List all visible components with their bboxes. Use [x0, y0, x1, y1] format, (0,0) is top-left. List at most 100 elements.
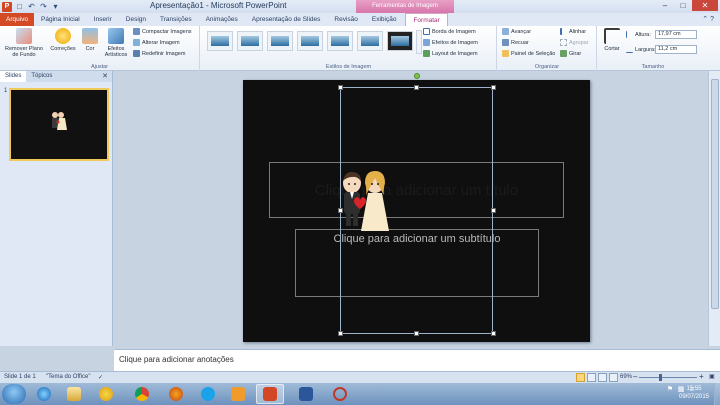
style-thumb[interactable] [267, 31, 293, 51]
style-thumb[interactable] [327, 31, 353, 51]
compress-icon [133, 28, 140, 35]
resize-handle[interactable] [414, 85, 419, 90]
picture-layout-button[interactable]: Layout de Imagem [423, 50, 478, 57]
wedding-couple-image[interactable] [337, 169, 393, 235]
slide-thumbnail[interactable] [9, 88, 109, 161]
tab-file[interactable]: Arquivo [0, 13, 35, 26]
show-desktop-button[interactable] [714, 383, 720, 405]
resize-handle[interactable] [414, 331, 419, 336]
style-thumb[interactable] [207, 31, 233, 51]
start-button[interactable] [2, 384, 26, 404]
tab-slideshow[interactable]: Apresentação de Slides [245, 13, 328, 26]
taskbar-skype[interactable] [194, 384, 222, 404]
notes-pane[interactable]: Clique para adicionar anotações [114, 349, 720, 371]
customize-qat-icon[interactable]: ▾ [51, 2, 60, 11]
styles-gallery-more-button[interactable] [416, 30, 422, 54]
taskbar-app-red[interactable] [326, 384, 354, 404]
taskbar-app-orange[interactable] [224, 384, 252, 404]
vertical-scrollbar[interactable] [708, 71, 720, 346]
resize-handle[interactable] [338, 331, 343, 336]
style-thumb[interactable] [297, 31, 323, 51]
undo-icon[interactable]: ↶ [27, 2, 36, 11]
picture-effects-button[interactable]: Efeitos de Imagem [423, 39, 478, 46]
taskbar-powerpoint[interactable] [256, 384, 284, 404]
taskbar-word[interactable] [292, 384, 320, 404]
zoom-level[interactable]: 69% [620, 374, 632, 380]
save-icon[interactable]: □ [15, 2, 24, 11]
compress-pictures-button[interactable]: Compactar Imagens [133, 28, 192, 35]
redo-icon[interactable]: ↷ [39, 2, 48, 11]
maximize-button[interactable]: □ [674, 0, 692, 11]
height-field[interactable]: 17,97 cm [655, 30, 697, 39]
spellcheck-icon[interactable]: ✓ [98, 374, 103, 381]
group-button[interactable]: Agrupar [560, 39, 589, 46]
theme-name[interactable]: "Tema do Office" [46, 374, 91, 380]
tab-home[interactable]: Página Inicial [34, 13, 87, 26]
close-pane-icon[interactable]: ✕ [102, 72, 108, 80]
zoom-slider-thumb[interactable] [659, 374, 662, 381]
zoom-slider[interactable] [639, 377, 697, 378]
help-icon[interactable]: ⌃ ? [702, 15, 714, 23]
tab-format[interactable]: Formatar [405, 13, 448, 26]
style-thumb[interactable] [387, 31, 413, 51]
picture-styles-group-label: Estilos de Imagem [325, 64, 372, 70]
picture-effects-label: Efeitos de Imagem [432, 39, 478, 46]
crop-icon [604, 28, 620, 44]
tab-insert[interactable]: Inserir [87, 13, 119, 26]
selection-pane-button[interactable]: Painel de Seleção [502, 50, 555, 57]
close-button[interactable]: ✕ [692, 0, 718, 11]
rotate-button[interactable]: Girar [560, 50, 581, 57]
taskbar-firefox[interactable] [162, 384, 190, 404]
tab-design[interactable]: Design [119, 13, 153, 26]
normal-view-button[interactable] [576, 373, 585, 382]
zoom-in-icon[interactable]: + [699, 372, 704, 381]
resize-handle[interactable] [491, 208, 496, 213]
adjust-group: Remover Plano de Fundo Correções Cor Efe… [0, 26, 200, 71]
change-picture-button[interactable]: Alterar Imagem [133, 39, 180, 46]
fit-to-window-icon[interactable]: ▣ [709, 373, 715, 380]
tab-animations[interactable]: Animações [199, 13, 245, 26]
size-group-label: Tamanho [641, 64, 665, 70]
taskbar-media[interactable] [92, 384, 120, 404]
ribbon-tabs: Arquivo Página Inicial Inserir Design Tr… [0, 13, 720, 26]
color-button[interactable]: Cor [80, 28, 100, 52]
reading-view-button[interactable] [598, 373, 607, 382]
resize-handle[interactable] [491, 85, 496, 90]
reset-picture-icon [133, 50, 140, 57]
tab-view[interactable]: Exibição [365, 13, 404, 26]
powerpoint-logo-icon[interactable]: P [2, 1, 12, 12]
artistic-effects-button[interactable]: Efeitos Artísticos [102, 28, 130, 58]
crop-button[interactable]: Cortar [600, 28, 624, 52]
send-backward-button[interactable]: Recuar [502, 39, 529, 46]
tab-slides[interactable]: Slides [0, 71, 27, 82]
slide-sorter-view-button[interactable] [587, 373, 596, 382]
picture-border-button[interactable]: Borda de Imagem [423, 28, 476, 35]
corrections-button[interactable]: Correções [48, 28, 78, 52]
width-field[interactable]: 11,2 cm [655, 45, 697, 54]
resize-handle[interactable] [491, 331, 496, 336]
firefox-icon [169, 387, 183, 401]
tab-review[interactable]: Revisão [327, 13, 364, 26]
reset-picture-button[interactable]: Redefinir Imagem [133, 50, 185, 57]
style-thumb[interactable] [357, 31, 383, 51]
taskbar-chrome[interactable] [128, 384, 156, 404]
flag-icon[interactable]: ⚑ [666, 386, 674, 394]
picture-layout-label: Layout de Imagem [432, 50, 478, 57]
taskbar-ie[interactable] [30, 384, 58, 404]
crop-label: Cortar [604, 46, 620, 52]
bring-forward-button[interactable]: Avançar [502, 28, 531, 35]
tab-outline[interactable]: Tópicos [26, 71, 57, 82]
remove-background-button[interactable]: Remover Plano de Fundo [2, 28, 46, 58]
minimize-button[interactable]: – [656, 0, 674, 11]
tab-transitions[interactable]: Transições [153, 13, 199, 26]
taskbar-explorer[interactable] [60, 384, 88, 404]
zoom-out-icon[interactable]: – [633, 372, 637, 381]
style-thumb[interactable] [237, 31, 263, 51]
bring-forward-icon [502, 28, 509, 35]
rotation-handle[interactable] [414, 73, 420, 79]
resize-handle[interactable] [338, 85, 343, 90]
slideshow-view-button[interactable] [609, 373, 618, 382]
ribbon: Remover Plano de Fundo Correções Cor Efe… [0, 26, 720, 71]
align-button[interactable]: Alinhar [560, 28, 586, 35]
clock[interactable]: 15:55 09/07/2015 [674, 385, 714, 401]
